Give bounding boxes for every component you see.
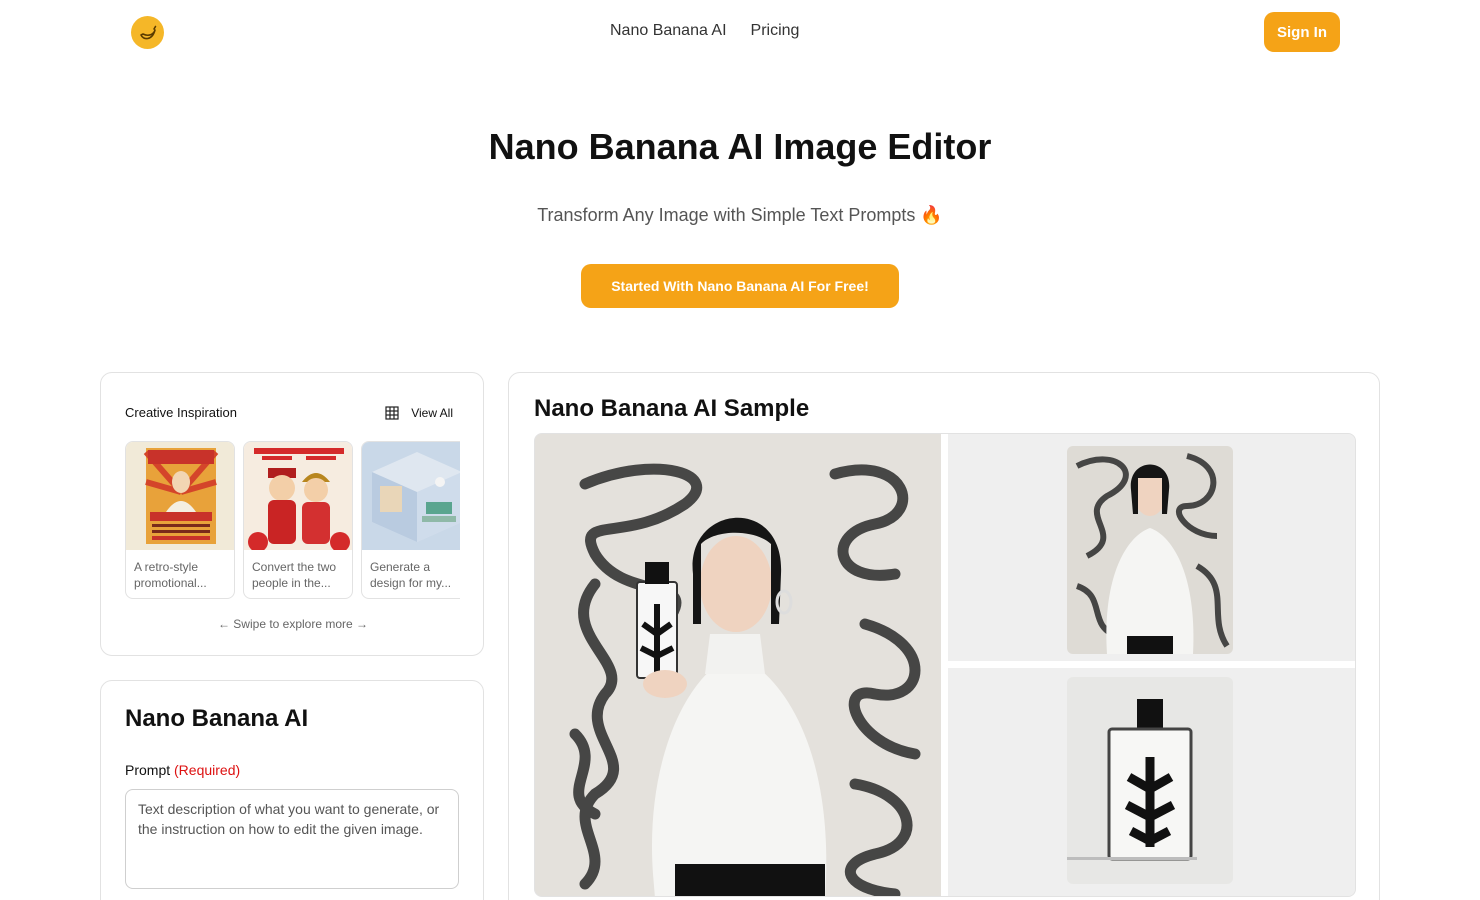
- form-title: Nano Banana AI: [125, 705, 309, 732]
- inspiration-item[interactable]: Generate a design for my...: [361, 441, 460, 599]
- nav-item-pricing[interactable]: Pricing: [751, 22, 800, 40]
- nav-item-nano-banana-ai[interactable]: Nano Banana AI: [610, 22, 727, 40]
- caption-line: Convert the two: [252, 560, 337, 574]
- gallery-divider: [941, 434, 948, 896]
- inspiration-item[interactable]: Convert the two people in the...: [243, 441, 353, 599]
- wedding-couple-thumbnail: [244, 442, 352, 550]
- caption-line: design for my...: [370, 576, 452, 590]
- prompt-form-card: Nano Banana AI Prompt (Required): [100, 680, 484, 900]
- isometric-room-thumbnail: [362, 442, 460, 550]
- inspiration-caption: A retro-style promotional...: [126, 550, 234, 591]
- sample-main-image[interactable]: [535, 434, 941, 896]
- gallery-divider: [948, 661, 1355, 668]
- prompt-input[interactable]: [125, 789, 459, 889]
- swipe-hint: ← Swipe to explore more →: [217, 617, 369, 631]
- sample-card: Nano Banana AI Sample: [508, 372, 1380, 900]
- inspiration-item[interactable]: A retro-style promotional...: [125, 441, 235, 599]
- caption-line: people in the...: [252, 576, 331, 590]
- sample-reference-image-portrait[interactable]: [948, 434, 1355, 661]
- page-title: Nano Banana AI Image Editor: [488, 126, 992, 167]
- get-started-button[interactable]: Started With Nano Banana AI For Free!: [581, 264, 899, 308]
- inspiration-caption: Generate a design for my...: [362, 550, 460, 591]
- inspiration-carousel[interactable]: A retro-style promotional... Convert the…: [125, 441, 460, 599]
- prompt-label: Prompt (Required): [125, 762, 240, 778]
- view-all-link[interactable]: View All: [385, 406, 453, 420]
- view-all-label: View All: [411, 405, 453, 420]
- required-indicator: (Required): [174, 762, 241, 778]
- inspiration-header: Creative Inspiration View All: [125, 405, 453, 420]
- sample-title: Nano Banana AI Sample: [534, 395, 810, 422]
- prompt-label-text: Prompt: [125, 762, 171, 778]
- portrait-thumbnail: [1067, 446, 1233, 654]
- grid-icon: [385, 405, 399, 420]
- inspiration-title: Creative Inspiration: [125, 405, 237, 420]
- bottle-thumbnail: [1067, 677, 1233, 884]
- caption-line: promotional...: [134, 576, 207, 590]
- sample-gallery: [534, 433, 1356, 897]
- creative-inspiration-card: Creative Inspiration View All A retro-st…: [100, 372, 484, 656]
- caption-line: A retro-style: [134, 560, 199, 574]
- sign-in-button[interactable]: Sign In: [1264, 12, 1340, 52]
- retro-poster-thumbnail: [126, 442, 234, 550]
- main-nav: Nano Banana AI Pricing: [610, 22, 799, 40]
- page-subtitle: Transform Any Image with Simple Text Pro…: [537, 205, 943, 225]
- sample-reference-image-bottle[interactable]: [948, 668, 1355, 896]
- site-header: Nano Banana AI Pricing Sign In: [0, 0, 1480, 64]
- inspiration-caption: Convert the two people in the...: [244, 550, 352, 591]
- caption-line: Generate a: [370, 560, 431, 574]
- banana-logo-icon[interactable]: [131, 16, 164, 49]
